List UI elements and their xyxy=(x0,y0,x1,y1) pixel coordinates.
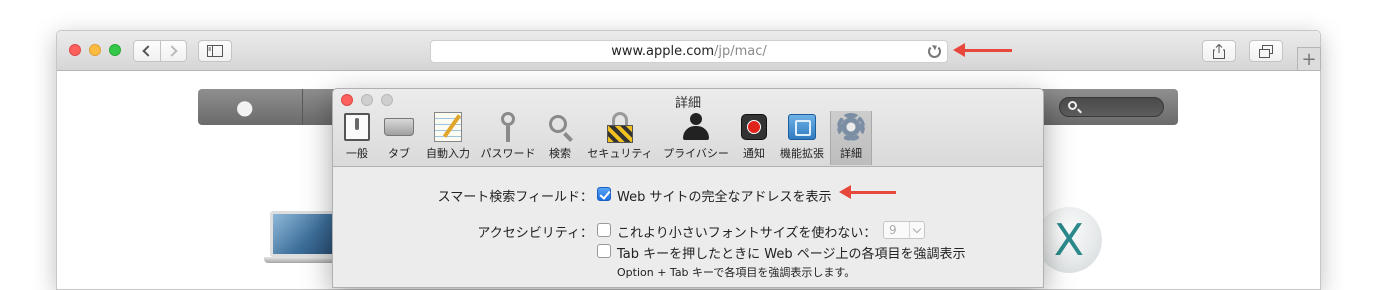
minimize-window-button[interactable] xyxy=(89,44,101,56)
annotation-arrow-option xyxy=(839,185,896,199)
tab-label: 機能拡張 xyxy=(780,147,824,160)
browser-toolbar: www.apple.com/jp/mac/ xyxy=(57,31,1320,71)
gear-icon xyxy=(835,111,867,143)
privacy-silhouette-icon xyxy=(680,111,712,143)
magnifier-icon xyxy=(544,111,576,143)
tab-label: 通知 xyxy=(743,147,765,160)
share-icon xyxy=(1213,43,1225,59)
tab-advanced[interactable]: 詳細 xyxy=(830,111,872,165)
tab-label: パスワード xyxy=(480,147,536,160)
url-host: www.apple.com xyxy=(611,44,715,59)
tab-privacy[interactable]: プライバシー xyxy=(661,111,731,165)
os-x-letter: X xyxy=(1053,214,1085,266)
tab-highlight-note: Option + Tab キーで各項目を強調表示します。 xyxy=(617,266,856,279)
min-font-size-select[interactable]: 9 xyxy=(883,221,925,239)
new-tab-button[interactable]: + xyxy=(1297,47,1321,71)
tabs-overview-button[interactable] xyxy=(1249,40,1283,62)
min-font-size-label[interactable]: これより小さいフォントサイズを使わない： xyxy=(617,222,876,241)
preferences-window: 詳細 一般 タブ 自動入力 パスワード 検索 セキュリティ プライバシー 通知 … xyxy=(332,88,1044,288)
tab-extensions[interactable]: 機能拡張 xyxy=(777,111,827,165)
sidebar-icon xyxy=(207,45,223,57)
tab-security[interactable]: セキュリティ xyxy=(585,111,655,165)
tab-label: 検索 xyxy=(549,147,571,160)
min-font-size-value: 9 xyxy=(889,223,897,237)
zoom-window-button[interactable] xyxy=(109,44,121,56)
show-full-address-label[interactable]: Web サイトの完全なアドレスを表示 xyxy=(617,186,831,205)
puzzle-icon xyxy=(786,111,818,143)
address-bar[interactable]: www.apple.com/jp/mac/ xyxy=(430,40,948,63)
tab-label: タブ xyxy=(388,147,410,160)
tab-general[interactable]: 一般 xyxy=(341,111,373,165)
tab-label: 一般 xyxy=(346,147,368,160)
tab-highlight-label[interactable]: Tab キーを押したときに Web ページ上の各項目を強調表示 xyxy=(617,243,966,262)
annotation-arrow-url xyxy=(953,43,1012,57)
chevron-right-icon xyxy=(166,45,178,57)
nav-divider xyxy=(302,89,303,125)
os-x-logo[interactable]: X xyxy=(1036,207,1102,273)
tab-search[interactable]: 検索 xyxy=(545,111,575,165)
notification-icon xyxy=(738,111,770,143)
search-icon xyxy=(1068,101,1077,110)
site-search-field[interactable] xyxy=(1059,97,1164,117)
general-switch-icon xyxy=(341,111,373,143)
tab-label: 自動入力 xyxy=(426,147,470,160)
close-window-button[interactable] xyxy=(69,44,81,56)
macbook-screen xyxy=(270,211,336,257)
tabs-overview-icon xyxy=(1259,44,1273,58)
preferences-toolbar: 詳細 一般 タブ 自動入力 パスワード 検索 セキュリティ プライバシー 通知 … xyxy=(333,89,1043,167)
sidebar-button[interactable] xyxy=(198,40,232,62)
show-full-address-checkbox[interactable] xyxy=(597,187,611,201)
chevron-down-icon xyxy=(909,222,924,238)
key-icon xyxy=(492,111,524,143)
macbook-base xyxy=(264,257,342,263)
min-font-size-checkbox[interactable] xyxy=(597,223,611,237)
reload-icon[interactable] xyxy=(928,45,941,58)
tabs-icon xyxy=(383,111,415,143)
preferences-title: 詳細 xyxy=(674,96,701,111)
back-button[interactable] xyxy=(134,41,160,61)
tab-autofill[interactable]: 自動入力 xyxy=(425,111,471,165)
apple-logo-icon[interactable]: ● xyxy=(236,95,253,119)
smart-search-label: スマート検索フィールド： xyxy=(437,190,593,205)
url-path: /jp/mac/ xyxy=(714,44,767,59)
autofill-icon xyxy=(432,111,464,143)
share-button[interactable] xyxy=(1202,40,1236,62)
plus-icon: + xyxy=(1301,48,1317,70)
lock-icon xyxy=(604,111,636,143)
accessibility-label: アクセシビリティ： xyxy=(477,226,593,241)
tab-passwords[interactable]: パスワード xyxy=(479,111,537,165)
forward-button[interactable] xyxy=(159,41,187,61)
tab-highlight-checkbox[interactable] xyxy=(597,244,611,258)
tab-label: セキュリティ xyxy=(587,147,653,160)
macbook-air-image[interactable] xyxy=(264,211,342,266)
tab-label: プライバシー xyxy=(663,147,729,160)
tab-notifications[interactable]: 通知 xyxy=(739,111,769,165)
chevron-left-icon xyxy=(142,45,154,57)
tab-tabs[interactable]: タブ xyxy=(383,111,415,165)
back-forward-group xyxy=(133,40,187,62)
tab-label: 詳細 xyxy=(840,147,862,160)
